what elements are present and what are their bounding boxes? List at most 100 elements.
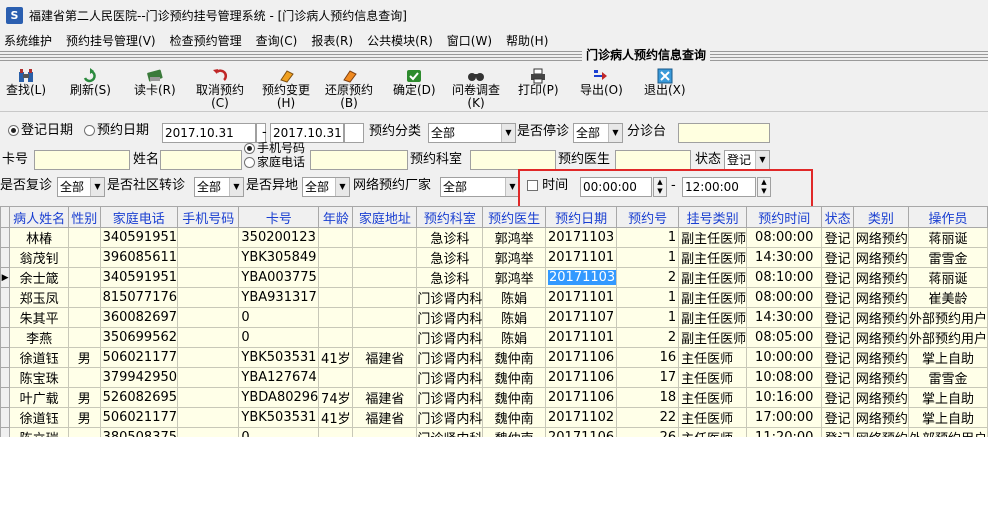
change-appointment-button[interactable]: 预约变更 (H) <box>262 68 310 110</box>
table-cell[interactable]: 41岁 <box>318 347 354 368</box>
table-cell[interactable]: 登记 <box>821 347 854 368</box>
table-cell[interactable]: 陈娟 <box>482 307 547 328</box>
doctor-field[interactable] <box>615 150 691 170</box>
table-cell[interactable]: 20171103 <box>545 267 618 288</box>
survey-button[interactable]: 问卷调查 (K) <box>452 68 500 110</box>
table-cell[interactable] <box>318 327 354 348</box>
name-field[interactable] <box>160 150 242 170</box>
table-cell[interactable]: 雷雪金 <box>907 247 988 268</box>
table-cell[interactable] <box>68 367 101 388</box>
table-cell[interactable] <box>177 247 240 268</box>
column-header[interactable]: 预约时间 <box>746 206 823 228</box>
stopped-select[interactable]: 全部 ▼ <box>573 123 623 143</box>
table-cell[interactable]: 登记 <box>821 287 854 308</box>
table-cell[interactable] <box>352 267 418 288</box>
table-cell[interactable] <box>68 307 101 328</box>
table-cell[interactable]: 网络预约 <box>852 327 909 348</box>
table-cell[interactable]: 陈娟 <box>482 327 547 348</box>
row-indicator[interactable] <box>0 347 11 368</box>
confirm-button[interactable]: 确定(D) <box>393 68 436 97</box>
table-cell[interactable]: 主任医师 <box>678 407 748 428</box>
table-cell[interactable]: 登记 <box>821 387 854 408</box>
table-cell[interactable]: 379942950 <box>99 367 179 388</box>
table-row[interactable]: 陈立瑞 380508375 0 门诊肾内科 魏仲南 20171106 26 主任医师 11:20… <box>0 427 988 437</box>
table-cell[interactable]: 20171107 <box>545 307 618 328</box>
table-cell[interactable]: 20171101 <box>545 287 618 308</box>
table-cell[interactable]: YBK503531 <box>238 407 320 428</box>
menu-window[interactable]: 窗口(W) <box>447 32 492 49</box>
table-cell[interactable]: 17 <box>616 367 680 388</box>
print-button[interactable]: 打印(P) <box>518 68 559 97</box>
table-cell[interactable]: 副主任医师 <box>678 287 748 308</box>
table-cell[interactable]: 徐道钰 <box>9 407 70 428</box>
table-cell[interactable]: 14:30:00 <box>746 247 823 268</box>
table-cell[interactable]: 主任医师 <box>678 387 748 408</box>
table-cell[interactable]: 350200123 <box>238 227 320 248</box>
row-indicator[interactable] <box>0 227 11 248</box>
table-cell[interactable]: 20171101 <box>545 327 618 348</box>
table-cell[interactable]: 主任医师 <box>678 367 748 388</box>
table-cell[interactable] <box>318 267 354 288</box>
table-row[interactable]: 郑玉凤 815077176 YBA931317 门诊肾内科 陈娟 20171101 1 副主任… <box>0 287 988 308</box>
table-cell[interactable]: 526082695 <box>99 387 179 408</box>
table-row[interactable]: 林椿 340591951 350200123 急诊科 郭鸿举 20171103 1 副主任医师… <box>0 227 988 248</box>
row-indicator[interactable] <box>0 427 11 437</box>
table-cell[interactable]: 郭鸿举 <box>482 267 547 288</box>
table-cell[interactable]: 14:30:00 <box>746 307 823 328</box>
table-cell[interactable]: 网络预约 <box>852 227 909 248</box>
table-cell[interactable]: 魏仲南 <box>482 407 547 428</box>
table-cell[interactable] <box>318 367 354 388</box>
export-button[interactable]: 导出(O) <box>580 68 623 97</box>
table-cell[interactable] <box>68 247 101 268</box>
vendor-select[interactable]: 全部 ▼ <box>440 177 520 197</box>
table-cell[interactable]: 魏仲南 <box>482 427 547 437</box>
menu-report[interactable]: 报表(R) <box>311 32 353 49</box>
table-cell[interactable]: 门诊肾内科 <box>416 287 484 308</box>
table-cell[interactable]: 网络预约 <box>852 307 909 328</box>
table-cell[interactable] <box>318 427 354 437</box>
table-cell[interactable]: 网络预约 <box>852 267 909 288</box>
table-cell[interactable]: 男 <box>68 387 101 408</box>
menu-query[interactable]: 查询(C) <box>256 32 298 49</box>
table-cell[interactable]: 门诊肾内科 <box>416 387 484 408</box>
table-cell[interactable] <box>352 287 418 308</box>
table-cell[interactable] <box>318 307 354 328</box>
table-cell[interactable] <box>68 327 101 348</box>
table-cell[interactable]: YBA931317 <box>238 287 320 308</box>
table-cell[interactable] <box>68 427 101 437</box>
table-cell[interactable]: 网络预约 <box>852 387 909 408</box>
branch-field[interactable] <box>678 123 770 143</box>
table-cell[interactable] <box>177 367 240 388</box>
column-header[interactable]: 预约日期 <box>545 206 618 228</box>
table-cell[interactable]: 余士箴 <box>9 267 70 288</box>
home-phone-radio[interactable]: 家庭电话 <box>244 155 305 169</box>
table-cell[interactable]: 掌上自助 <box>907 407 988 428</box>
table-cell[interactable]: 外部预约用户 <box>907 327 988 348</box>
table-cell[interactable]: 380508375 <box>99 427 179 437</box>
table-cell[interactable]: 陈宝珠 <box>9 367 70 388</box>
table-cell[interactable] <box>68 227 101 248</box>
table-cell[interactable] <box>177 407 240 428</box>
table-cell[interactable] <box>177 227 240 248</box>
date-to-dropdown[interactable] <box>344 123 364 143</box>
table-cell[interactable] <box>177 307 240 328</box>
table-cell[interactable]: 74岁 <box>318 387 354 408</box>
table-cell[interactable] <box>352 327 418 348</box>
table-cell[interactable]: 08:05:00 <box>746 327 823 348</box>
table-cell[interactable]: 门诊肾内科 <box>416 307 484 328</box>
table-cell[interactable]: YBK503531 <box>238 347 320 368</box>
table-cell[interactable]: 外部预约用户 <box>907 427 988 437</box>
table-cell[interactable]: 崔美龄 <box>907 287 988 308</box>
date-from-field[interactable]: 2017.10.31 <box>162 123 256 143</box>
read-card-button[interactable]: 读卡(R) <box>134 68 176 97</box>
cancel-appointment-button[interactable]: 取消预约 (C) <box>196 68 244 110</box>
table-cell[interactable]: 网络预约 <box>852 287 909 308</box>
table-cell[interactable]: 22 <box>616 407 680 428</box>
table-cell[interactable]: YBA127674 <box>238 367 320 388</box>
table-cell[interactable]: 网络预约 <box>852 407 909 428</box>
table-cell[interactable]: 17:00:00 <box>746 407 823 428</box>
table-cell[interactable] <box>352 427 418 437</box>
table-cell[interactable]: 1 <box>616 287 680 308</box>
table-cell[interactable]: 徐道钰 <box>9 347 70 368</box>
table-cell[interactable] <box>318 247 354 268</box>
